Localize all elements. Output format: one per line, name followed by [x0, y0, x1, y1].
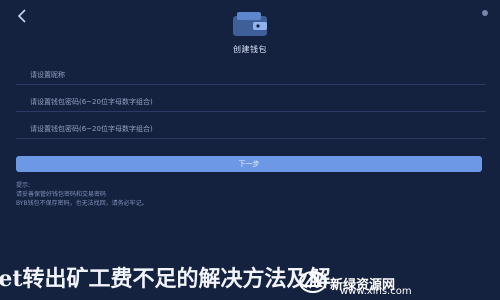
wallet-icon	[229, 10, 271, 40]
tip-line: 请妥善保管好钱包密码和交易密码	[16, 191, 107, 198]
back-button[interactable]	[14, 8, 30, 24]
password-field[interactable]	[16, 89, 500, 112]
article-title-banner: let转出矿工费不足的解决方法及解	[0, 264, 500, 294]
status-dot	[482, 10, 488, 16]
chevron-left-icon	[17, 9, 26, 23]
banner-text: let转出矿工费不足的解决方法及解	[0, 266, 331, 292]
nickname-field[interactable]	[16, 62, 500, 85]
watermark-url: www.xlhs.com	[340, 286, 412, 297]
watermark-logo-icon	[298, 270, 328, 294]
tip-heading: 提示:	[16, 182, 31, 189]
tip-line: BYB钱包不保存密码，也无法找回，请务必牢记。	[16, 200, 148, 207]
top-right-status	[478, 10, 488, 16]
password-input[interactable]	[16, 92, 500, 112]
next-step-button[interactable]: 下一步	[16, 156, 482, 172]
confirm-password-field[interactable]	[16, 116, 500, 139]
confirm-password-input[interactable]	[16, 119, 500, 139]
nickname-input[interactable]	[16, 65, 500, 85]
page-title: 创建钱包	[233, 45, 267, 54]
tips-section: 提示: 请妥善保管好钱包密码和交易密码 BYB钱包不保存密码，也无法找回，请务必…	[16, 181, 486, 208]
